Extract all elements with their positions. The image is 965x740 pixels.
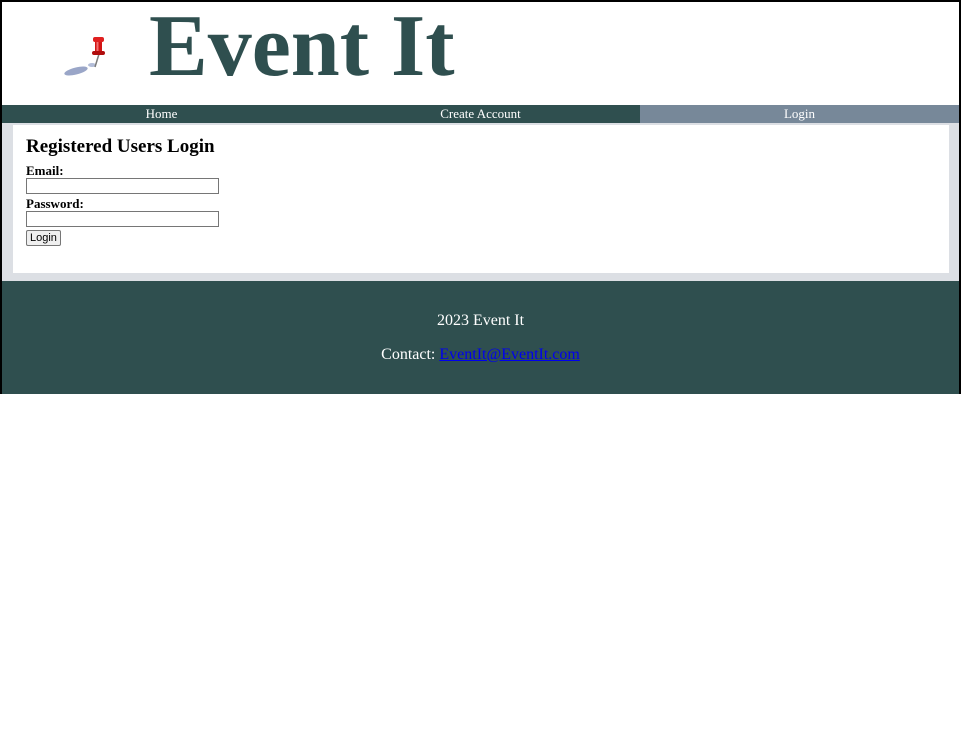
password-field[interactable] bbox=[26, 211, 219, 227]
pushpin-icon bbox=[58, 32, 108, 84]
site-footer: 2023 Event It Contact: EventIt@EventIt.c… bbox=[2, 281, 959, 394]
email-field[interactable] bbox=[26, 178, 219, 194]
login-heading: Registered Users Login bbox=[26, 136, 215, 157]
login-button[interactable]: Login bbox=[26, 230, 61, 246]
password-label: Password: bbox=[26, 196, 84, 211]
login-panel: Registered Users Login Email: Password: … bbox=[13, 125, 949, 273]
footer-contact: Contact: EventIt@EventIt.com bbox=[2, 346, 959, 364]
nav-login[interactable]: Login bbox=[640, 105, 959, 123]
contact-label: Contact: bbox=[381, 346, 436, 363]
nav-create-account[interactable]: Create Account bbox=[321, 105, 640, 123]
site-header: Event It bbox=[2, 0, 959, 105]
content-frame: Registered Users Login Email: Password: … bbox=[2, 123, 959, 281]
nav-home[interactable]: Home bbox=[2, 105, 321, 123]
footer-copyright: 2023 Event It bbox=[436, 312, 525, 329]
site-wrapper: Event It Home Create Account Login Regis… bbox=[0, 0, 961, 394]
email-label: Email: bbox=[26, 163, 64, 178]
site-title: Event It bbox=[149, 0, 455, 95]
main-nav: Home Create Account Login bbox=[2, 105, 959, 123]
contact-email-link[interactable]: EventIt@EventIt.com bbox=[439, 346, 579, 363]
